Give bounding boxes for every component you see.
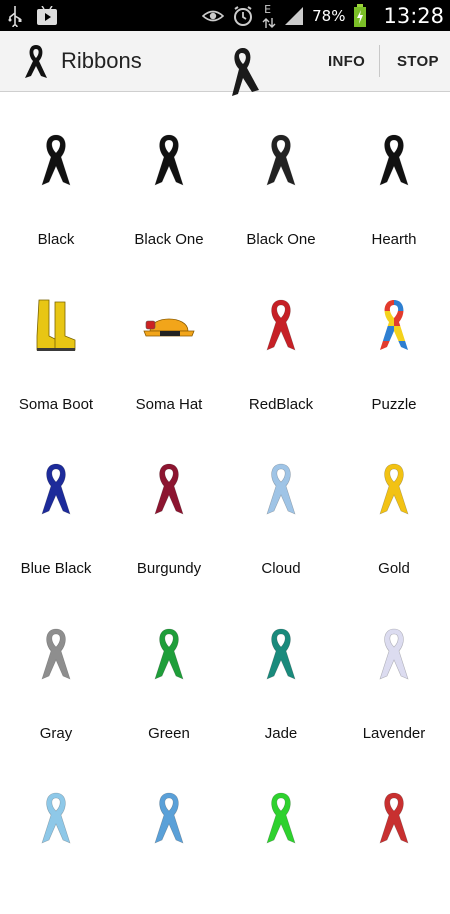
ribbon-item[interactable]: Green: [113, 586, 225, 750]
ribbon-item[interactable]: Burgundy: [113, 421, 225, 585]
ribbon-label: Black One: [134, 231, 204, 248]
selected-ribbon-icon: [226, 45, 264, 99]
red-ribbon-icon: [364, 780, 424, 856]
status-right: E 78% 13:28: [202, 0, 444, 31]
ribbon-item[interactable]: Cloud: [225, 421, 337, 585]
puzzle-ribbon-icon: [364, 287, 424, 363]
black-one-ribbon-icon: [251, 122, 311, 198]
info-button[interactable]: INFO: [328, 31, 365, 91]
action-divider: [379, 45, 380, 77]
ribbon-label: Green: [148, 725, 190, 742]
ribbon-label: Blue Black: [20, 560, 92, 577]
lavender-ribbon-icon: [364, 616, 424, 692]
ribbon-label: Burgundy: [136, 560, 202, 577]
ribbon-item[interactable]: Black One: [113, 92, 225, 256]
ribbon-label: Jade: [264, 725, 298, 742]
ribbon-item[interactable]: Gray: [0, 586, 112, 750]
ribbon-item[interactable]: RedBlack: [225, 257, 337, 421]
ribbon-item[interactable]: Hearth: [338, 92, 450, 256]
status-left: [8, 4, 58, 28]
battery-charging-icon: [353, 3, 367, 28]
play-store-icon: [36, 6, 58, 26]
cloud-ribbon-icon: [251, 451, 311, 527]
ribbon-item[interactable]: Lavender: [338, 586, 450, 750]
ribbon-item[interactable]: Blue Black: [0, 421, 112, 585]
ribbon-label: Gold: [378, 560, 410, 577]
ribbon-item[interactable]: Black: [0, 92, 112, 256]
action-bar: Ribbons INFO STOP: [0, 31, 450, 96]
ribbon-label: Hearth: [371, 231, 417, 248]
gray-ribbon-icon: [26, 616, 86, 692]
ribbon-label: Lavender: [362, 725, 426, 742]
ribbon-item[interactable]: Soma Boot: [0, 257, 112, 421]
burgundy-ribbon-icon: [139, 451, 199, 527]
usb-icon: [8, 5, 22, 27]
ribbon-item[interactable]: [225, 750, 337, 914]
hard-hat-icon: [139, 287, 199, 363]
ribbon-item[interactable]: Black One: [225, 92, 337, 256]
black-one-ribbon-icon: [139, 122, 199, 198]
ribbon-label: Black One: [246, 231, 316, 248]
blue-ribbon-icon: [139, 780, 199, 856]
clock: 13:28: [383, 3, 444, 28]
data-arrows-icon: E: [262, 3, 276, 29]
blue-black-ribbon-icon: [26, 451, 86, 527]
app-title: Ribbons: [61, 48, 142, 73]
ribbon-label: RedBlack: [248, 396, 314, 413]
green-ribbon-icon: [139, 616, 199, 692]
ribbon-item[interactable]: Gold: [338, 421, 450, 585]
red-black-ribbon-icon: [251, 287, 311, 363]
ribbon-label: Soma Hat: [135, 396, 203, 413]
ribbon-item[interactable]: Jade: [225, 586, 337, 750]
gold-ribbon-icon: [364, 451, 424, 527]
network-type-label: E: [264, 2, 272, 16]
ribbon-item[interactable]: [113, 750, 225, 914]
jade-ribbon-icon: [251, 616, 311, 692]
ribbon-item[interactable]: [338, 750, 450, 914]
ribbon-item[interactable]: [0, 750, 112, 914]
ribbon-label: Soma Boot: [18, 396, 94, 413]
ribbon-label: Black: [37, 231, 75, 248]
ribbon-label: Gray: [39, 725, 73, 742]
black-ribbon-icon: [26, 122, 86, 198]
signal-icon: [284, 6, 304, 26]
hearth-ribbon-icon: [364, 122, 424, 198]
ribbon-grid: Black Black One Black One Hearth Soma Boot So…: [0, 92, 450, 844]
ribbon-item[interactable]: Puzzle: [338, 257, 450, 421]
eye-icon: [202, 9, 225, 23]
app-ribbon-icon[interactable]: [22, 42, 50, 80]
lime-ribbon-icon: [251, 780, 311, 856]
stop-button[interactable]: STOP: [397, 31, 439, 91]
yellow-boots-icon: [26, 287, 86, 363]
battery-percent: 78%: [312, 6, 346, 25]
alarm-icon: [232, 5, 254, 27]
ribbon-label: Puzzle: [371, 396, 417, 413]
ribbon-label: Cloud: [261, 560, 301, 577]
light-blue-ribbon-icon: [26, 780, 86, 856]
ribbon-item[interactable]: Soma Hat: [113, 257, 225, 421]
status-bar: E 78% 13:28: [0, 0, 450, 31]
